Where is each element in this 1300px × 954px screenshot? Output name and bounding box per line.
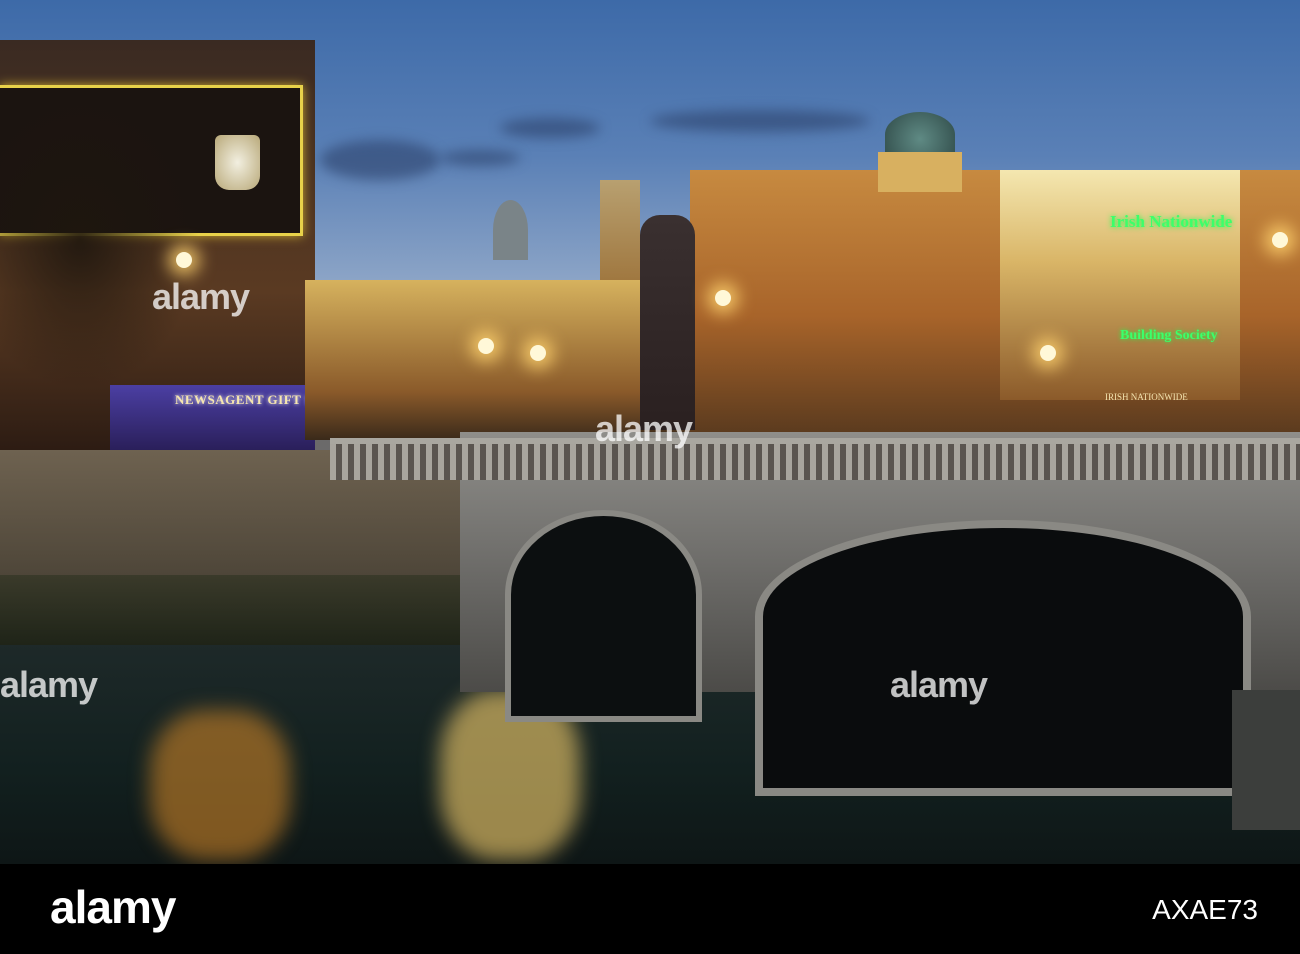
watermark: alamy (595, 408, 693, 449)
cloud (440, 150, 520, 166)
irish-nationwide-lower-sign: IRISH NATIONWIDE (1105, 392, 1188, 402)
photo-dublin-bridge-at-dusk: NEWSAGENT GIFT SHOP Irish Nationwide Bui… (0, 0, 1300, 864)
street-lamp (478, 338, 494, 354)
tree (0, 90, 200, 390)
street-lamp (715, 290, 731, 306)
bridge-arch-large (755, 520, 1251, 796)
alamy-logo: alamy (50, 881, 176, 933)
cloud (500, 118, 600, 138)
bridge-arch-small (505, 510, 702, 722)
street-lamp (530, 345, 546, 361)
street-lamp (1040, 345, 1056, 361)
cloud (320, 140, 440, 180)
building-society-sign: Building Society (1120, 328, 1218, 343)
statue (640, 215, 695, 430)
billboard-glass (215, 135, 260, 190)
image-code: AXAE73 (1152, 894, 1258, 925)
light-reflection (150, 710, 290, 860)
irish-nationwide-sign: Irish Nationwide (1110, 212, 1233, 231)
street-lamp (176, 252, 192, 268)
footer-bar (0, 864, 1300, 954)
bridge-pier (1232, 690, 1300, 830)
bridge-balustrade (330, 438, 1300, 480)
cloud (650, 110, 870, 132)
river-bank (0, 575, 470, 645)
watermark: alamy (152, 276, 250, 317)
green-dome (885, 112, 955, 157)
watermark: alamy (890, 664, 988, 705)
dome-drum (878, 152, 962, 192)
watermark: alamy (0, 664, 98, 705)
street-lamp (1272, 232, 1288, 248)
stock-photo: NEWSAGENT GIFT SHOP Irish Nationwide Bui… (0, 0, 1300, 954)
irish-nationwide-building (1000, 170, 1240, 400)
dome (493, 200, 528, 260)
tower (600, 180, 640, 280)
